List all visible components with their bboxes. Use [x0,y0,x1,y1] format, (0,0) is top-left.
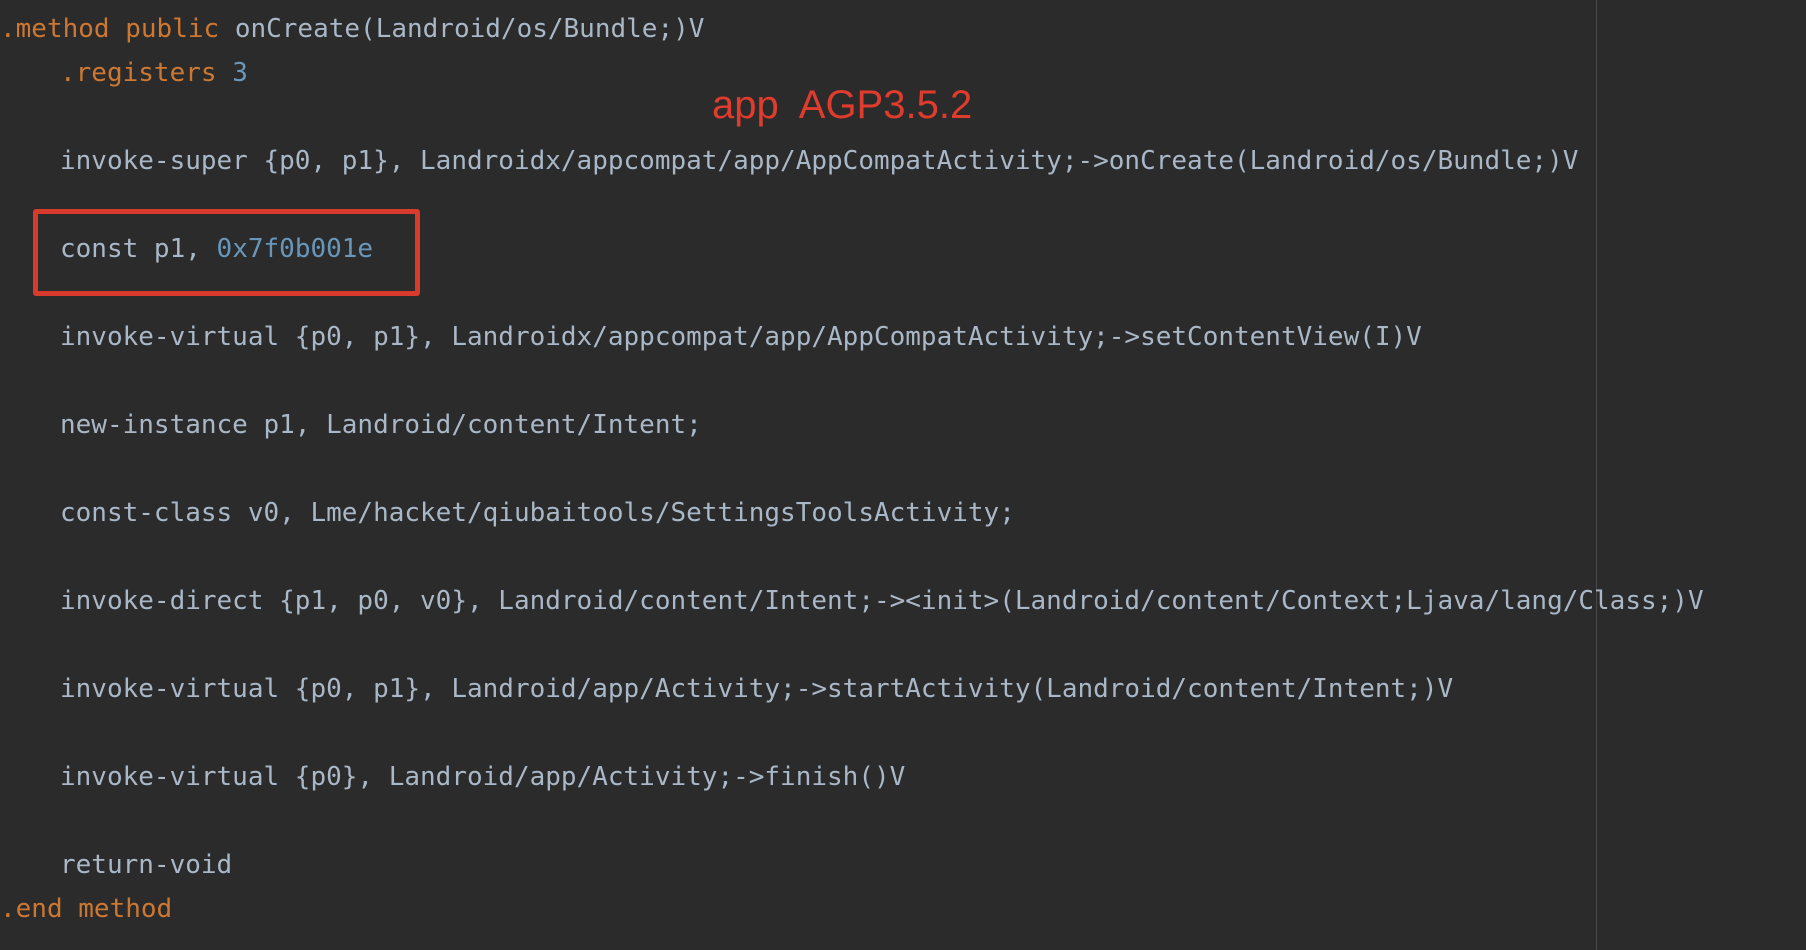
code-line-invoke-virtual-setcontentview[interactable]: invoke-virtual {p0, p1}, Landroidx/appco… [60,317,1422,357]
code-line-const[interactable]: const p1, 0x7f0b001e [60,229,373,269]
code-line-invoke-virtual-finish[interactable]: invoke-virtual {p0}, Landroid/app/Activi… [60,757,905,797]
const-resource-id: 0x7f0b001e [216,234,374,264]
registers-count: 3 [232,58,248,88]
method-modifier: public [125,14,220,44]
method-signature: onCreate(Landroid/os/Bundle;)V [234,14,705,44]
end-keyword: method [78,894,173,924]
code-editor[interactable]: .method public onCreate(Landroid/os/Bund… [0,0,1806,950]
end-directive: .end [0,894,63,924]
code-line-end-method[interactable]: .end method [0,889,172,929]
registers-directive: .registers [60,58,217,88]
code-line-return-void[interactable]: return-void [60,845,232,885]
right-margin-guide [1596,0,1597,950]
code-line-const-class[interactable]: const-class v0, Lme/hacket/qiubaitools/S… [60,493,1015,533]
code-line-new-instance[interactable]: new-instance p1, Landroid/content/Intent… [60,405,702,445]
method-directive: .method [0,14,110,44]
code-line-invoke-virtual-startactivity[interactable]: invoke-virtual {p0, p1}, Landroid/app/Ac… [60,669,1453,709]
annotation-title: app AGP3.5.2 [712,83,973,127]
code-line-invoke-direct[interactable]: invoke-direct {p1, p0, v0}, Landroid/con… [60,581,1704,621]
code-line-invoke-super[interactable]: invoke-super {p0, p1}, Landroidx/appcomp… [60,141,1578,181]
const-instruction: const p1, [60,234,217,264]
code-line-registers[interactable]: .registers 3 [60,53,248,93]
code-line-method-header[interactable]: .method public onCreate(Landroid/os/Bund… [0,9,704,49]
